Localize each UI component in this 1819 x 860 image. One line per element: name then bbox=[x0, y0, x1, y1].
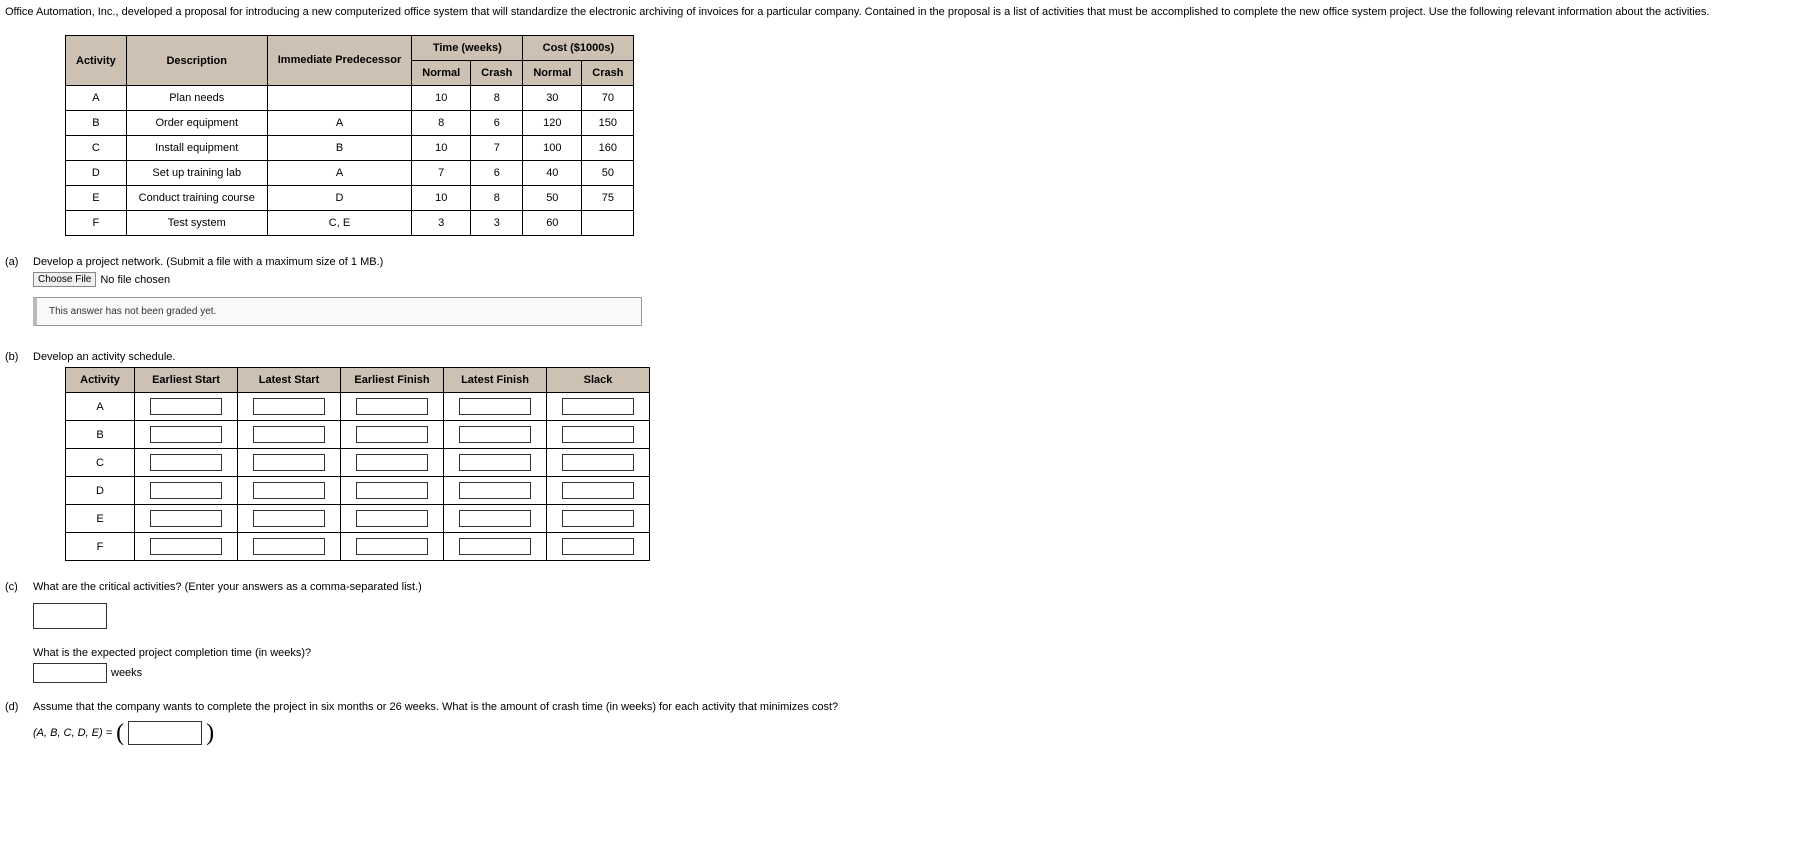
schedule-input[interactable] bbox=[459, 482, 531, 499]
schedule-input[interactable] bbox=[459, 398, 531, 415]
sched-col-es: Earliest Start bbox=[135, 368, 238, 393]
completion-time-input[interactable] bbox=[33, 663, 107, 683]
activity-cost-table: Activity Description Immediate Predecess… bbox=[65, 35, 634, 236]
schedule-input[interactable] bbox=[150, 482, 222, 499]
sched-col-lf: Latest Finish bbox=[444, 368, 547, 393]
table-row: F bbox=[66, 533, 650, 561]
part-d-label: (d) bbox=[5, 701, 33, 713]
part-c-sub: What is the expected project completion … bbox=[33, 647, 1814, 659]
schedule-input[interactable] bbox=[562, 482, 634, 499]
schedule-input[interactable] bbox=[459, 510, 531, 527]
sched-col-slack: Slack bbox=[547, 368, 650, 393]
col-cost-normal: Normal bbox=[523, 61, 582, 86]
table-row: E bbox=[66, 505, 650, 533]
problem-intro: Office Automation, Inc., developed a pro… bbox=[5, 5, 1814, 20]
schedule-input[interactable] bbox=[356, 454, 428, 471]
col-predecessor: Immediate Predecessor bbox=[267, 36, 412, 86]
crash-tuple-input[interactable] bbox=[128, 721, 202, 745]
schedule-input[interactable] bbox=[562, 510, 634, 527]
schedule-input[interactable] bbox=[356, 426, 428, 443]
critical-activities-input[interactable] bbox=[33, 603, 107, 629]
weeks-unit: weeks bbox=[111, 667, 142, 679]
part-c-text: What are the critical activities? (Enter… bbox=[33, 581, 1814, 593]
part-c-label: (c) bbox=[5, 581, 33, 593]
schedule-input[interactable] bbox=[459, 454, 531, 471]
table-row: BOrder equipmentA86120150 bbox=[66, 111, 634, 136]
table-row: DSet up training labA764050 bbox=[66, 161, 634, 186]
time-header: Time (weeks) bbox=[412, 36, 523, 61]
no-file-label: No file chosen bbox=[100, 274, 170, 286]
part-b-label: (b) bbox=[5, 351, 33, 363]
schedule-input[interactable] bbox=[356, 538, 428, 555]
part-a-text: Develop a project network. (Submit a fil… bbox=[33, 256, 1814, 268]
col-time-normal: Normal bbox=[412, 61, 471, 86]
right-paren: ) bbox=[206, 721, 214, 745]
part-d-text: Assume that the company wants to complet… bbox=[33, 701, 1814, 713]
schedule-input[interactable] bbox=[150, 398, 222, 415]
sched-col-ls: Latest Start bbox=[238, 368, 341, 393]
table-row: D bbox=[66, 477, 650, 505]
schedule-input[interactable] bbox=[150, 426, 222, 443]
table-row: FTest systemC, E3360 bbox=[66, 211, 634, 236]
cost-header: Cost ($1000s) bbox=[523, 36, 634, 61]
schedule-input[interactable] bbox=[459, 538, 531, 555]
schedule-input[interactable] bbox=[253, 454, 325, 471]
schedule-input[interactable] bbox=[459, 426, 531, 443]
schedule-input[interactable] bbox=[253, 398, 325, 415]
choose-file-button[interactable]: Choose File bbox=[33, 272, 96, 287]
schedule-input[interactable] bbox=[562, 426, 634, 443]
schedule-input[interactable] bbox=[356, 510, 428, 527]
table-row: A bbox=[66, 393, 650, 421]
grade-status-box: This answer has not been graded yet. bbox=[33, 297, 642, 326]
schedule-input[interactable] bbox=[562, 454, 634, 471]
col-description: Description bbox=[126, 36, 267, 86]
schedule-input[interactable] bbox=[253, 482, 325, 499]
schedule-input[interactable] bbox=[356, 398, 428, 415]
col-activity: Activity bbox=[66, 36, 127, 86]
schedule-input[interactable] bbox=[253, 538, 325, 555]
tuple-label: (A, B, C, D, E) = bbox=[33, 727, 112, 739]
table-row: APlan needs1083070 bbox=[66, 86, 634, 111]
schedule-table: Activity Earliest Start Latest Start Ear… bbox=[65, 367, 650, 561]
table-row: CInstall equipmentB107100160 bbox=[66, 136, 634, 161]
col-cost-crash: Crash bbox=[582, 61, 634, 86]
table-row: EConduct training courseD1085075 bbox=[66, 186, 634, 211]
schedule-input[interactable] bbox=[150, 510, 222, 527]
schedule-input[interactable] bbox=[253, 426, 325, 443]
schedule-input[interactable] bbox=[150, 454, 222, 471]
table-row: B bbox=[66, 421, 650, 449]
schedule-input[interactable] bbox=[150, 538, 222, 555]
schedule-input[interactable] bbox=[356, 482, 428, 499]
part-b-text: Develop an activity schedule. bbox=[33, 351, 1814, 363]
left-paren: ( bbox=[116, 721, 124, 745]
table-row: C bbox=[66, 449, 650, 477]
schedule-input[interactable] bbox=[562, 538, 634, 555]
schedule-input[interactable] bbox=[253, 510, 325, 527]
col-time-crash: Crash bbox=[471, 61, 523, 86]
sched-col-activity: Activity bbox=[66, 368, 135, 393]
schedule-input[interactable] bbox=[562, 398, 634, 415]
sched-col-ef: Earliest Finish bbox=[341, 368, 444, 393]
part-a-label: (a) bbox=[5, 256, 33, 268]
